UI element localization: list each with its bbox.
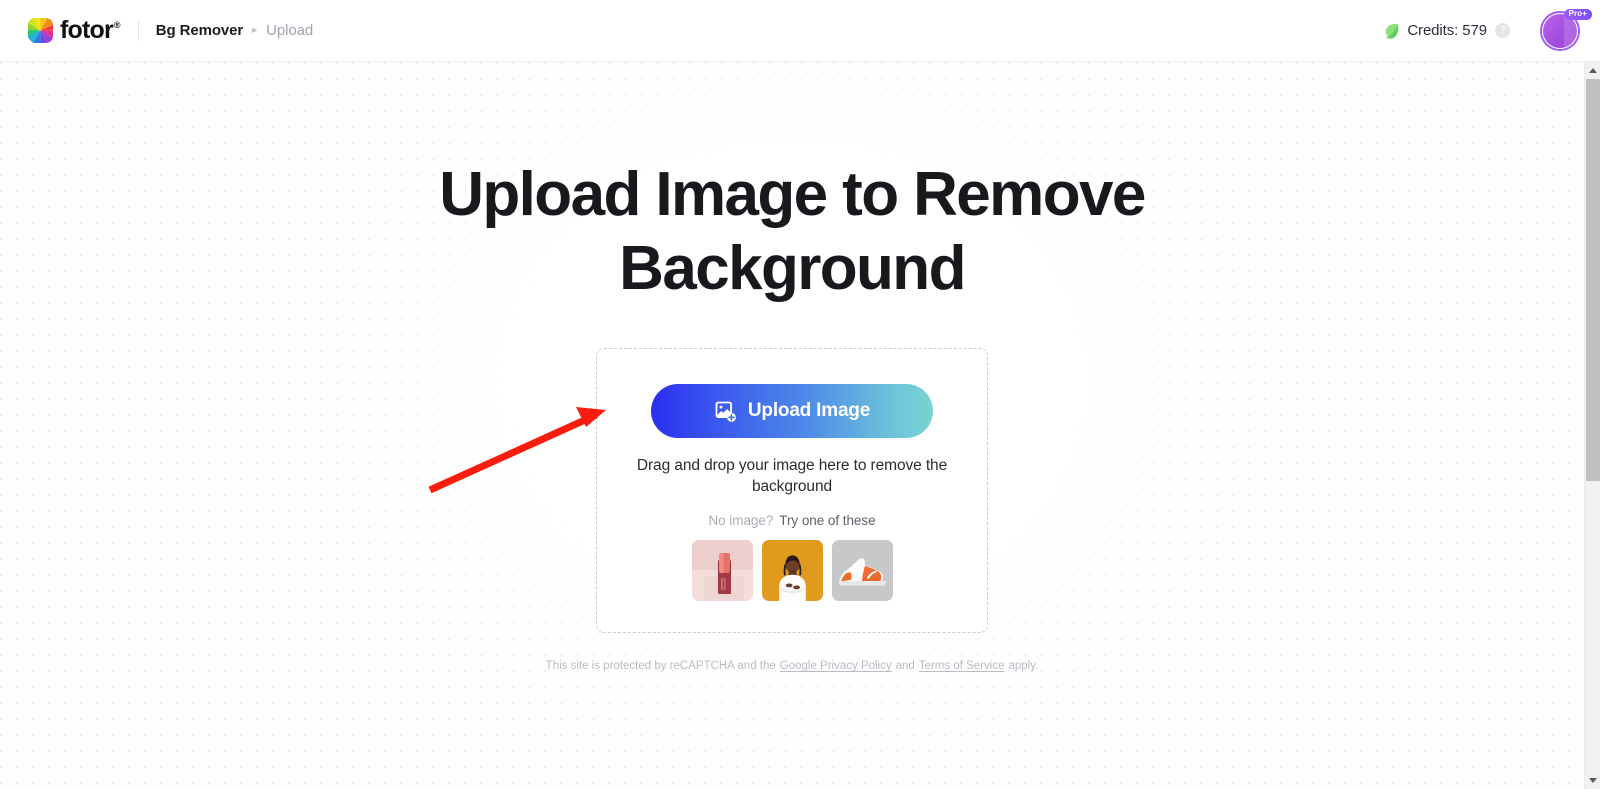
credits-label: Credits: 579 [1407,22,1487,39]
app-header: fotor® Bg Remover ▸ Upload Credits: 579 … [0,0,1600,62]
breadcrumb: Bg Remover ▸ Upload [156,22,313,39]
recaptcha-notice-suffix: apply. [1008,660,1039,672]
google-privacy-policy-link[interactable]: Google Privacy Policy [780,660,892,672]
scroll-up-button[interactable] [1585,62,1600,79]
user-avatar[interactable]: Pro+ [1540,8,1592,51]
recaptcha-notice: This site is protected by reCAPTCHA and … [546,660,1039,672]
samples-prompt-cta: Try one of these [779,513,876,528]
upload-dropzone[interactable]: Upload Image Drag and drop your image he… [596,348,988,633]
header-left-group: fotor® Bg Remover ▸ Upload [0,18,313,43]
registered-mark: ® [113,20,121,30]
recaptcha-notice-conjunction: and [895,660,915,672]
upload-image-button[interactable]: Upload Image [651,384,933,438]
scroll-down-button[interactable] [1585,772,1600,789]
help-icon[interactable]: ? [1495,23,1510,38]
sample-image-portrait[interactable] [761,540,823,601]
page-title: Upload Image to Remove Background [439,160,1146,303]
upload-image-button-label: Upload Image [747,400,871,421]
image-add-icon [715,401,736,422]
samples-prompt-question: No image? [708,513,774,528]
samples-prompt: No image? Try one of these [708,513,875,528]
scrollbar-thumb[interactable] [1586,79,1600,481]
sample-image-list [691,540,893,601]
pro-plus-badge: Pro+ [1563,8,1592,21]
fotor-logo-text: fotor® [60,16,121,44]
sample-image-sneaker[interactable] [831,540,893,601]
scroll-down-arrow-icon [1589,778,1597,783]
terms-of-service-link[interactable]: Terms of Service [919,660,1005,672]
drag-drop-hint: Drag and drop your image here to remove … [636,457,948,495]
page-canvas: Upload Image to Remove Background Upload… [0,62,1584,789]
vertical-scrollbar[interactable] [1584,62,1600,789]
chevron-right-icon: ▸ [252,24,258,36]
leaf-icon [1386,23,1399,39]
sample-image-cosmetic[interactable] [691,540,753,601]
breadcrumb-item-upload[interactable]: Upload [266,22,313,39]
page-content: Upload Image to Remove Background Upload… [0,62,1584,672]
fotor-logo-icon [28,18,53,43]
scroll-up-arrow-icon [1589,68,1597,73]
credits-display[interactable]: Credits: 579 ? [1383,22,1510,39]
recaptcha-notice-prefix: This site is protected by reCAPTCHA and … [545,660,776,672]
header-divider [137,20,139,41]
fotor-logo[interactable]: fotor® [28,16,121,44]
breadcrumb-item-bg-remover[interactable]: Bg Remover [156,22,243,39]
app-root: fotor® Bg Remover ▸ Upload Credits: 579 … [0,0,1600,789]
header-right-group: Credits: 579 ? Pro+ [1383,8,1600,51]
